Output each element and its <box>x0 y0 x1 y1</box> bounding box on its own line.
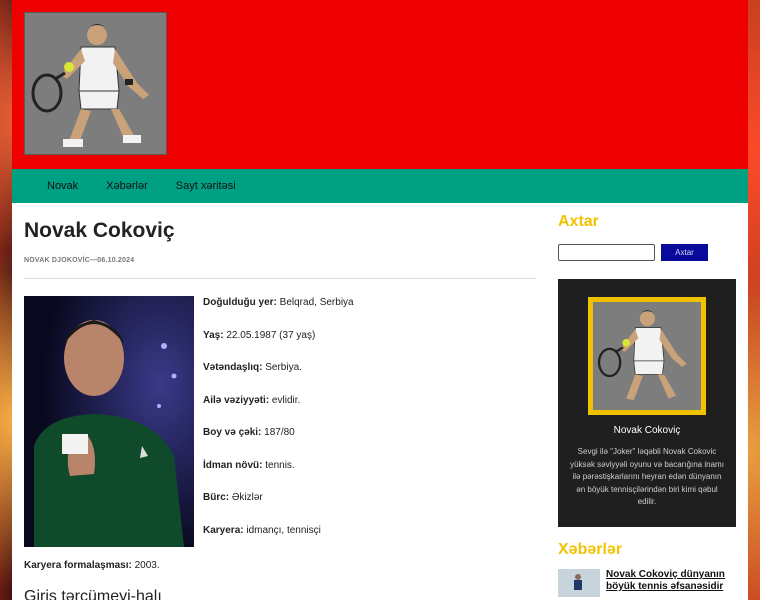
article: Novak Cokoviç NOVAK DJOKOVİC—06.10.2024 <box>24 213 536 600</box>
fact-career: Karyera: idmançı, tennisçi <box>203 524 321 536</box>
player-photo <box>24 296 194 547</box>
news-title: Xəbərlər <box>558 541 623 558</box>
profile-card-description: Sevgi ilə "Joker" ləqəbli Novak Cokovic … <box>570 447 724 506</box>
nav-item-novak[interactable]: Novak <box>47 180 78 192</box>
page-frame: Novak Xəbərlər Sayt xəritəsi Novak Cokov… <box>12 0 748 600</box>
player-facts: Doğulduğu yer: Belqrad, Serbiya Yaş: 22.… <box>203 296 533 556</box>
fact-career-start: Karyera formalaşması: 2003. <box>24 560 160 571</box>
divider <box>24 278 536 279</box>
profile-card-name: Novak Cokoviç <box>613 425 681 436</box>
profile-card-image <box>588 297 706 415</box>
news-item[interactable]: Novak Cokoviç dünyanın böyük tennis əfsa… <box>558 569 736 597</box>
fact-height-weight: Boy və çəki: 187/80 <box>203 427 295 438</box>
fact-birthplace: Doğulduğu yer: Belqrad, Serbiya <box>203 297 354 308</box>
search-title: Axtar <box>558 213 599 230</box>
news-thumbnail-image <box>558 569 600 597</box>
news-thumbnail[interactable] <box>558 569 600 597</box>
profile-card: Novak Cokoviç Sevgi ilə "Joker" ləqəbli … <box>558 279 736 527</box>
fact-zodiac: Bürc: Əkizlər <box>203 492 263 503</box>
search-button[interactable]: Axtar <box>661 244 708 261</box>
nav-item-news[interactable]: Xəbərlər <box>106 180 148 192</box>
search-input[interactable] <box>558 244 655 261</box>
fact-citizenship: Vətəndaşlıq: Serbiya. <box>203 362 302 373</box>
article-meta[interactable]: NOVAK DJOKOVİC—06.10.2024 <box>24 257 536 264</box>
player-photo-image <box>24 296 194 547</box>
article-title: Novak Cokoviç <box>24 219 175 242</box>
site-header <box>12 0 748 169</box>
tennis-player-illustration <box>593 302 701 410</box>
fact-sport: İdman növü: tennis. <box>203 459 295 471</box>
sidebar: Axtar Axtar Novak Cokoviç Sevgi ilə "Jok… <box>558 213 736 597</box>
news-item-title[interactable]: Novak Cokoviç dünyanın böyük tennis əfsa… <box>606 569 728 597</box>
main-navigation: Novak Xəbərlər Sayt xəritəsi <box>12 169 748 203</box>
fact-age: Yaş: 22.05.1987 (37 yaş) <box>203 329 316 341</box>
search-form: Axtar <box>558 244 736 261</box>
section-heading: Giriş tərcümeyi-halı <box>24 588 162 600</box>
nav-item-sitemap[interactable]: Sayt xəritəsi <box>176 180 236 192</box>
fact-marital-status: Ailə vəziyyəti: evlidir. <box>203 394 301 406</box>
site-logo[interactable] <box>24 12 167 155</box>
tennis-player-illustration <box>25 13 166 154</box>
